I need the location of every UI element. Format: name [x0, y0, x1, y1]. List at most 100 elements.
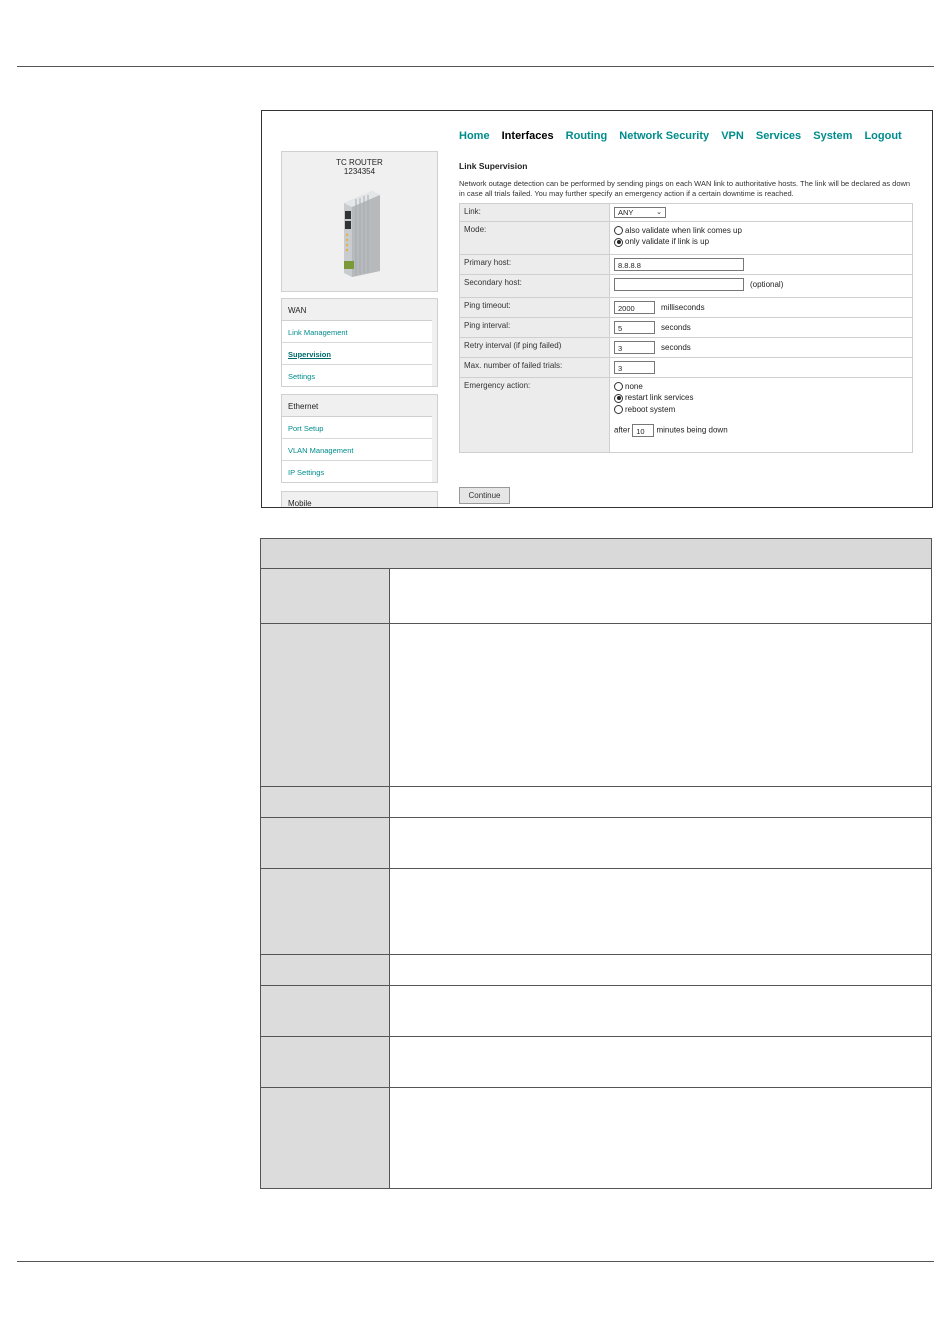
router-web-ui-screenshot: Home Interfaces Routing Network Security…: [261, 110, 933, 508]
nav-logout[interactable]: Logout: [864, 130, 901, 142]
device-name: TC ROUTER: [336, 158, 383, 167]
mode-option-only-validate[interactable]: only validate if link is up: [614, 237, 908, 247]
row-ping-interval: Ping interval: 5 seconds: [459, 317, 913, 338]
section-title: Link Supervision: [459, 161, 528, 171]
table-cell-value: [389, 568, 932, 624]
mode-option-also-validate[interactable]: also validate when link comes up: [614, 226, 908, 236]
table-cell-label: [260, 985, 390, 1037]
menu-item-ip-settings[interactable]: IP Settings: [282, 461, 432, 482]
table-cell-label: [260, 568, 390, 624]
emergency-option-restart[interactable]: restart link services: [614, 393, 908, 403]
retry-interval-input[interactable]: 3: [614, 341, 655, 354]
ping-interval-label: Ping interval:: [459, 317, 610, 338]
top-nav: Home Interfaces Routing Network Security…: [459, 130, 911, 142]
radio-selected-icon[interactable]: [614, 393, 623, 403]
table-cell-value: [389, 1036, 932, 1088]
nav-vpn[interactable]: VPN: [721, 130, 744, 142]
row-ping-timeout: Ping timeout: 2000 milliseconds: [459, 297, 913, 318]
menu-wan: WAN Link Management Supervision Settings: [281, 298, 438, 387]
table-row: [260, 568, 932, 624]
max-failed-label: Max. number of failed trials:: [459, 357, 610, 378]
radio-selected-icon[interactable]: [614, 237, 623, 247]
menu-item-supervision[interactable]: Supervision: [282, 343, 432, 365]
router-image-icon: [344, 191, 380, 277]
ping-interval-unit: seconds: [661, 323, 691, 332]
table-row: [260, 817, 932, 869]
table-cell-label: [260, 1087, 390, 1189]
menu-header-wan: WAN: [282, 299, 432, 321]
table-cell-label: [260, 817, 390, 869]
retry-interval-unit: seconds: [661, 343, 691, 352]
table-row: [260, 1036, 932, 1088]
table-cell-value: [389, 954, 932, 986]
menu-ethernet: Ethernet Port Setup VLAN Management IP S…: [281, 394, 438, 483]
nav-system[interactable]: System: [813, 130, 852, 142]
parameter-table: [260, 538, 932, 1189]
link-select-value: ANY: [618, 208, 634, 217]
link-label: Link:: [459, 203, 610, 222]
table-row: [260, 1087, 932, 1189]
table-row: [260, 954, 932, 986]
table-row: [260, 985, 932, 1037]
menu-item-link-management[interactable]: Link Management: [282, 321, 432, 343]
link-select[interactable]: ANY ⌄: [614, 207, 666, 218]
ping-interval-input[interactable]: 5: [614, 321, 655, 334]
ping-timeout-unit: milliseconds: [661, 303, 705, 312]
table-row: [260, 786, 932, 818]
menu-item-port-setup[interactable]: Port Setup: [282, 417, 432, 439]
max-failed-input[interactable]: 3: [614, 361, 655, 374]
table-row: [260, 623, 932, 787]
table-header-row: [260, 538, 932, 569]
chevron-down-icon: ⌄: [656, 209, 662, 216]
radio-icon[interactable]: [614, 226, 623, 236]
after-minutes-input[interactable]: 10: [632, 424, 655, 438]
primary-host-input[interactable]: 8.8.8.8: [614, 258, 744, 271]
table-cell-value: [389, 1087, 932, 1189]
menu-item-settings[interactable]: Settings: [282, 365, 432, 386]
table-cell-label: [260, 1036, 390, 1088]
table-cell-value: [389, 623, 932, 787]
header-rule: [17, 66, 934, 67]
device-number: 1234354: [343, 167, 376, 176]
nav-home[interactable]: Home: [459, 130, 490, 142]
after-suffix: minutes being down: [656, 425, 728, 435]
table-cell-value: [389, 817, 932, 869]
table-header-cell: [260, 538, 932, 569]
emergency-label: Emergency action:: [459, 377, 610, 453]
supervision-form: Link: ANY ⌄ Mode: also validate when lin…: [459, 203, 913, 453]
ping-timeout-label: Ping timeout:: [459, 297, 610, 318]
secondary-host-hint: (optional): [750, 280, 784, 289]
continue-button[interactable]: Continue: [459, 487, 510, 504]
row-link: Link: ANY ⌄: [459, 203, 913, 222]
menu-mobile: Mobile: [281, 491, 438, 508]
secondary-host-input[interactable]: [614, 278, 744, 291]
row-emergency: Emergency action: none restart link serv…: [459, 377, 913, 453]
table-row: [260, 868, 932, 955]
menu-header-mobile: Mobile: [288, 499, 312, 508]
menu-header-ethernet: Ethernet: [282, 395, 432, 417]
after-prefix: after: [614, 425, 631, 435]
nav-interfaces[interactable]: Interfaces: [502, 130, 554, 142]
ping-timeout-input[interactable]: 2000: [614, 301, 655, 314]
primary-host-label: Primary host:: [459, 254, 610, 275]
table-cell-label: [260, 623, 390, 787]
table-cell-label: [260, 868, 390, 955]
retry-interval-label: Retry interval (if ping failed): [459, 337, 610, 358]
row-mode: Mode: also validate when link comes up o…: [459, 221, 913, 255]
mode-label: Mode:: [459, 221, 610, 255]
table-cell-value: [389, 786, 932, 818]
emergency-after: after 10 minutes being down: [614, 424, 908, 438]
radio-icon[interactable]: [614, 405, 623, 415]
menu-item-vlan-management[interactable]: VLAN Management: [282, 439, 432, 461]
radio-icon[interactable]: [614, 382, 623, 392]
emergency-option-none[interactable]: none: [614, 382, 908, 392]
nav-services[interactable]: Services: [756, 130, 801, 142]
device-panel: TC ROUTER 1234354: [281, 151, 438, 292]
emergency-option-reboot[interactable]: reboot system: [614, 405, 908, 415]
footer-rule: [17, 1261, 934, 1262]
table-cell-value: [389, 985, 932, 1037]
nav-routing[interactable]: Routing: [566, 130, 608, 142]
table-cell-label: [260, 786, 390, 818]
row-retry-interval: Retry interval (if ping failed) 3 seconds: [459, 337, 913, 358]
nav-network-security[interactable]: Network Security: [619, 130, 709, 142]
